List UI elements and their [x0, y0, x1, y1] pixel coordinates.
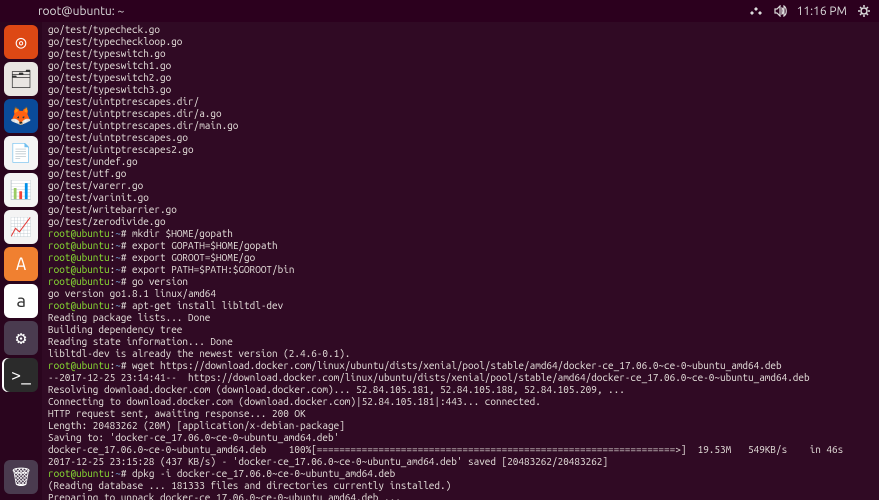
terminal-output-line: go/test/utf.go: [48, 168, 873, 180]
prompt-user: root@ubuntu: [48, 276, 110, 287]
terminal-command-line: root@ubuntu:~# go version: [48, 276, 873, 288]
terminal-command-line: root@ubuntu:~# apt-get install libltdl-d…: [48, 300, 873, 312]
launcher-trash-icon[interactable]: 🗑: [4, 460, 38, 494]
prompt-hash: #: [121, 228, 132, 239]
launcher-terminal-icon[interactable]: >_: [4, 358, 38, 392]
terminal-output-line: HTTP request sent, awaiting response... …: [48, 408, 873, 420]
network-icon[interactable]: [749, 5, 763, 17]
terminal-output-line: Reading state information... Done: [48, 336, 873, 348]
command-text: go version: [132, 276, 188, 287]
launcher-amazon-icon[interactable]: a: [4, 284, 38, 318]
terminal-output-line: go/test/typeswitch3.go: [48, 84, 873, 96]
terminal-output-line: Resolving download.docker.com (download.…: [48, 384, 873, 396]
prompt-hash: #: [121, 264, 132, 275]
terminal-output-line: go/test/uintptrescapes.dir/main.go: [48, 120, 873, 132]
terminal-output-line: go/test/typeswitch.go: [48, 48, 873, 60]
terminal-output-line: go/test/varerr.go: [48, 180, 873, 192]
prompt-user: root@ubuntu: [48, 360, 110, 371]
terminal-output-line: go/test/typecheck.go: [48, 24, 873, 36]
gear-icon[interactable]: [857, 4, 871, 18]
terminal-command-line: root@ubuntu:~# export GOPATH=$HOME/gopat…: [48, 240, 873, 252]
command-text: apt-get install libltdl-dev: [132, 300, 283, 311]
launcher-libreoffice-impress-icon[interactable]: 📈: [4, 210, 38, 244]
terminal-output-line: go version go1.8.1 linux/amd64: [48, 288, 873, 300]
command-text: export PATH=$PATH:$GOROOT/bin: [132, 264, 294, 275]
terminal-output-line: go/test/uintptrescapes.go: [48, 132, 873, 144]
command-text: export GOPATH=$HOME/gopath: [132, 240, 278, 251]
terminal-command-line: root@ubuntu:~# wget https://download.doc…: [48, 360, 873, 372]
menu-bar: root@ubuntu: ~ 11:16 PM: [0, 0, 879, 22]
terminal-command-line: root@ubuntu:~# mkdir $HOME/gopath: [48, 228, 873, 240]
prompt-hash: #: [121, 240, 132, 251]
terminal-output-line: go/test/uintptrescapes2.go: [48, 144, 873, 156]
prompt-user: root@ubuntu: [48, 468, 110, 479]
terminal-output-line: Building dependency tree: [48, 324, 873, 336]
prompt-hash: #: [121, 252, 132, 263]
terminal-output-line: go/test/typeswitch1.go: [48, 60, 873, 72]
terminal-output-line: go/test/typeswitch2.go: [48, 72, 873, 84]
terminal-output-line: go/test/uintptrescapes.dir/: [48, 96, 873, 108]
launcher-software-icon[interactable]: A: [4, 247, 38, 281]
launcher: ◎🗂🦊📄📊📈Aa⚙>_ 🗑: [0, 22, 42, 500]
command-text: mkdir $HOME/gopath: [132, 228, 233, 239]
terminal-output-line: libltdl-dev is already the newest versio…: [48, 348, 873, 360]
prompt-user: root@ubuntu: [48, 240, 110, 251]
terminal-output-line: (Reading database ... 181333 files and d…: [48, 480, 873, 492]
terminal-output-line: 2017-12-25 23:15:28 (437 KB/s) - 'docker…: [48, 456, 873, 468]
launcher-files-icon[interactable]: 🗂: [4, 62, 38, 96]
terminal-output-line: Connecting to download.docker.com (downl…: [48, 396, 873, 408]
prompt-user: root@ubuntu: [48, 252, 110, 263]
prompt-user: root@ubuntu: [48, 264, 110, 275]
prompt-user: root@ubuntu: [48, 300, 110, 311]
terminal[interactable]: go/test/typecheck.gogo/test/typecheckloo…: [42, 22, 879, 500]
prompt-hash: #: [121, 300, 132, 311]
prompt-hash: #: [121, 276, 132, 287]
terminal-command-line: root@ubuntu:~# dpkg -i docker-ce_17.06.0…: [48, 468, 873, 480]
terminal-output-line: docker-ce_17.06.0~ce-0~ubuntu_amd64.deb …: [48, 444, 873, 456]
prompt-hash: #: [121, 468, 132, 479]
sound-icon[interactable]: [773, 5, 787, 17]
window-title: root@ubuntu: ~: [38, 5, 124, 18]
clock[interactable]: 11:16 PM: [797, 5, 847, 18]
terminal-output-line: go/test/typecheckloop.go: [48, 36, 873, 48]
terminal-output-line: go/test/undef.go: [48, 156, 873, 168]
terminal-command-line: root@ubuntu:~# export PATH=$PATH:$GOROOT…: [48, 264, 873, 276]
terminal-command-line: root@ubuntu:~# export GOROOT=$HOME/go: [48, 252, 873, 264]
terminal-output-line: go/test/varinit.go: [48, 192, 873, 204]
prompt-hash: #: [121, 360, 132, 371]
launcher-firefox-icon[interactable]: 🦊: [4, 99, 38, 133]
terminal-output-line: go/test/uintptrescapes.dir/a.go: [48, 108, 873, 120]
launcher-settings-icon[interactable]: ⚙: [4, 321, 38, 355]
terminal-output-line: go/test/writebarrier.go: [48, 204, 873, 216]
command-text: export GOROOT=$HOME/go: [132, 252, 255, 263]
command-text: wget https://download.docker.com/linux/u…: [132, 360, 782, 371]
launcher-dash-icon[interactable]: ◎: [4, 25, 38, 59]
terminal-output-line: Preparing to unpack docker-ce_17.06.0~ce…: [48, 492, 873, 500]
launcher-libreoffice-calc-icon[interactable]: 📊: [4, 173, 38, 207]
terminal-output-line: go/test/zerodivide.go: [48, 216, 873, 228]
terminal-output-line: --2017-12-25 23:14:41-- https://download…: [48, 372, 873, 384]
terminal-output-line: Saving to: 'docker-ce_17.06.0~ce-0~ubunt…: [48, 432, 873, 444]
launcher-libreoffice-writer-icon[interactable]: 📄: [4, 136, 38, 170]
command-text: dpkg -i docker-ce_17.06.0~ce-0~ubuntu_am…: [132, 468, 395, 479]
terminal-output-line: Reading package lists... Done: [48, 312, 873, 324]
prompt-user: root@ubuntu: [48, 228, 110, 239]
terminal-output-line: Length: 20483262 (20M) [application/x-de…: [48, 420, 873, 432]
